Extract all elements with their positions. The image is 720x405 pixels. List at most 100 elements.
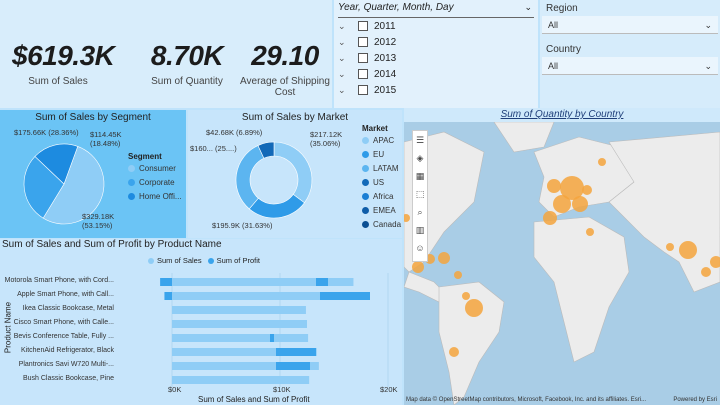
legend-item[interactable]: Canada	[362, 217, 401, 231]
bar-sales[interactable]	[172, 376, 310, 384]
kpi-shipping[interactable]: 29.10 Average of Shipping Cost	[238, 40, 332, 98]
select-icon[interactable]: ⬚	[413, 185, 427, 203]
year-row[interactable]: ⌄ 2013	[338, 51, 396, 65]
legend-item[interactable]: EMEA	[362, 203, 401, 217]
data-bubble[interactable]	[666, 243, 674, 251]
year-label: 2015	[374, 84, 397, 96]
legend-item[interactable]: EU	[362, 147, 401, 161]
x-tick-label: $0K	[168, 385, 182, 394]
year-label: 2014	[374, 68, 397, 80]
segment-data-label: $175.66K (28.36%)	[14, 128, 79, 137]
data-bubble[interactable]	[412, 261, 424, 273]
pie-slice-apac[interactable]	[273, 141, 313, 204]
legend-dot	[128, 192, 135, 200]
bar-profit[interactable]	[276, 348, 316, 356]
data-bubble[interactable]	[582, 185, 592, 195]
segment-data-label: $329.18K (53.15%)	[82, 212, 115, 230]
bar-sales[interactable]	[172, 306, 306, 314]
data-bubble[interactable]	[543, 211, 557, 225]
map-canvas[interactable]	[404, 122, 720, 405]
grid-icon[interactable]: ▦	[413, 167, 427, 185]
date-slicer-header[interactable]: Year, Quarter, Month, Day ⌄	[338, 2, 534, 18]
data-bubble[interactable]	[454, 271, 462, 279]
kpi-sales-label: Sum of Sales	[28, 76, 88, 87]
bar-profit[interactable]	[320, 292, 370, 300]
legend-item[interactable]: Consumer	[128, 161, 182, 175]
region-filter-title: Region	[546, 3, 578, 14]
esri-logo: Powered by Esri	[673, 397, 717, 403]
legend-label: LATAM	[373, 163, 399, 173]
legend-dot	[362, 220, 369, 228]
data-bubble[interactable]	[679, 241, 697, 259]
expand-chevron-icon[interactable]: ⌄	[338, 69, 352, 80]
legend-item[interactable]: APAC	[362, 133, 401, 147]
segment-chart[interactable]: Sum of Sales by Segment $175.66K (28.36%…	[0, 110, 186, 238]
data-bubble[interactable]	[449, 347, 459, 357]
market-chart[interactable]: Sum of Sales by Market $42.68K (6.89%) $…	[188, 110, 402, 238]
bar-sales[interactable]	[172, 334, 309, 342]
country-dropdown[interactable]: All ⌄	[542, 57, 718, 75]
menu-icon[interactable]: ☰	[413, 131, 427, 149]
data-bubble[interactable]	[547, 179, 561, 193]
kpi-sales[interactable]: $619.3K Sum of Sales	[12, 40, 115, 87]
year-row[interactable]: ⌄ 2011	[338, 19, 396, 33]
year-checkbox[interactable]	[358, 37, 368, 47]
kpi-quantity-label: Sum of Quantity	[151, 76, 223, 87]
region-dropdown[interactable]: All ⌄	[542, 16, 718, 34]
year-checkbox[interactable]	[358, 69, 368, 79]
person-icon[interactable]: ☺	[413, 239, 427, 257]
legend-item[interactable]: Corporate	[128, 175, 182, 189]
x-tick-label: $20K	[380, 385, 398, 394]
layers-icon[interactable]: ◈	[413, 149, 427, 167]
year-label: 2011	[374, 20, 396, 32]
year-row[interactable]: ⌄ 2015	[338, 83, 396, 97]
bar-profit[interactable]	[160, 278, 172, 286]
year-checkbox[interactable]	[358, 21, 368, 31]
kpi-quantity-value: 8.70K	[150, 40, 224, 71]
map-visual[interactable]: Sum of Quantity by Country ☰ ◈ ▦ ⬚ ⌕ ▥ ☺…	[404, 108, 720, 405]
chart-icon[interactable]: ▥	[413, 221, 427, 239]
legend-dot	[362, 164, 369, 172]
expand-chevron-icon[interactable]: ⌄	[338, 53, 352, 64]
legend-item[interactable]: US	[362, 175, 401, 189]
legend-label: Canada	[373, 219, 402, 229]
x-axis-title: Sum of Sales and Sum of Profit	[198, 395, 310, 404]
zoom-icon[interactable]: ⌕	[413, 203, 427, 221]
kpi-shipping-value: 29.10	[251, 40, 319, 71]
year-checkbox[interactable]	[358, 85, 368, 95]
legend-item[interactable]: LATAM	[362, 161, 401, 175]
market-data-label: $217.12K (35.06%)	[310, 130, 343, 148]
bar-profit[interactable]	[270, 334, 274, 342]
year-checkbox[interactable]	[358, 53, 368, 63]
data-bubble[interactable]	[586, 228, 594, 236]
data-bubble[interactable]	[465, 299, 483, 317]
data-bubble[interactable]	[572, 196, 588, 212]
region-dropdown-value: All	[548, 20, 559, 30]
data-bubble[interactable]	[701, 267, 711, 277]
legend-dot	[362, 192, 369, 200]
legend-dot	[128, 178, 135, 186]
data-bubble[interactable]	[598, 158, 606, 166]
market-legend: Market APAC EU LATAM US Africa EMEA Cana…	[362, 124, 401, 231]
chevron-down-icon[interactable]: ⌄	[524, 2, 532, 13]
legend-item[interactable]: Home Offi...	[128, 189, 182, 203]
year-row[interactable]: ⌄ 2014	[338, 67, 396, 81]
legend-label: Corporate	[139, 177, 175, 187]
product-chart[interactable]: Sum of Sales and Sum of Profit by Produc…	[0, 239, 402, 405]
data-bubble[interactable]	[553, 195, 571, 213]
data-bubble[interactable]	[462, 292, 470, 300]
legend-label: EMEA	[373, 205, 396, 215]
expand-chevron-icon[interactable]: ⌄	[338, 37, 352, 48]
expand-chevron-icon[interactable]: ⌄	[338, 85, 352, 96]
kpi-quantity[interactable]: 8.70K Sum of Quantity	[144, 40, 230, 87]
market-legend-title: Market	[362, 124, 388, 133]
map-title: Sum of Quantity by Country	[500, 109, 624, 120]
bar-profit[interactable]	[164, 292, 172, 300]
bar-profit[interactable]	[276, 362, 310, 370]
expand-chevron-icon[interactable]: ⌄	[338, 21, 352, 32]
legend-item[interactable]: Africa	[362, 189, 401, 203]
data-bubble[interactable]	[438, 252, 450, 264]
bar-profit[interactable]	[316, 278, 328, 286]
year-row[interactable]: ⌄ 2012	[338, 35, 396, 49]
bar-sales[interactable]	[172, 320, 307, 328]
